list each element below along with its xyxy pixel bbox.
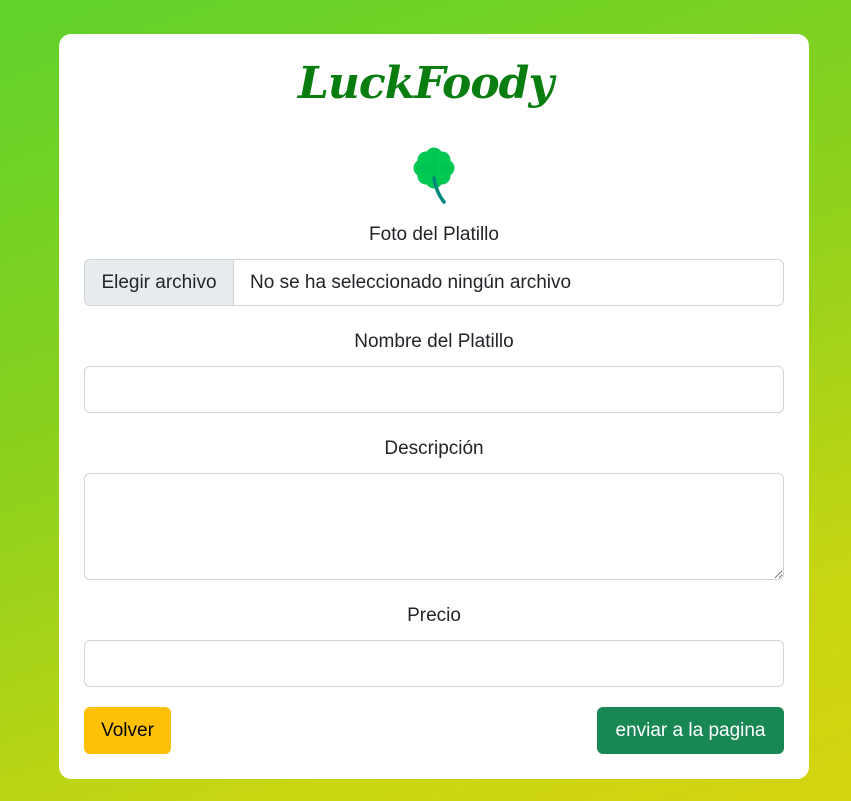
dish-name-input[interactable] <box>84 366 784 413</box>
price-label: Precio <box>407 605 461 626</box>
description-textarea[interactable] <box>84 473 784 580</box>
photo-label: Foto del Platillo <box>369 224 499 245</box>
photo-file-input[interactable]: Elegir archivo No se ha seleccionado nin… <box>84 259 784 306</box>
back-button[interactable]: Volver <box>84 707 171 754</box>
description-label: Descripción <box>384 438 484 459</box>
four-leaf-clover-icon <box>413 147 455 204</box>
name-label: Nombre del Platillo <box>354 331 514 352</box>
price-input[interactable] <box>84 640 784 687</box>
choose-file-button[interactable]: Elegir archivo <box>85 260 234 305</box>
brand-title: LuckFoody <box>297 58 554 109</box>
submit-button[interactable]: enviar a la pagina <box>597 707 784 754</box>
file-status-text: No se ha seleccionado ningún archivo <box>250 271 572 293</box>
